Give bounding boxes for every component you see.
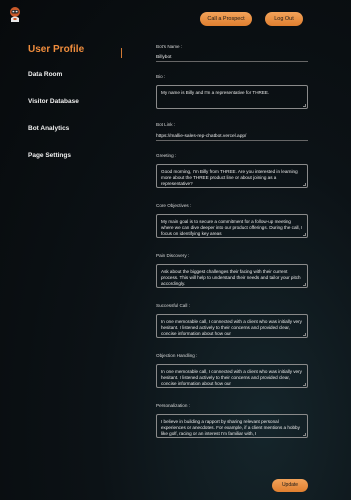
resize-handle-icon[interactable]: [303, 283, 306, 286]
call-prospect-button[interactable]: Call a Prospect: [200, 12, 252, 26]
sidebar-item-user-profile[interactable]: User Profile: [28, 44, 124, 55]
bio-textarea[interactable]: My name is Billy and I'm a representativ…: [156, 85, 308, 109]
avatar-icon: [10, 7, 20, 22]
bot-name-label: Bot's Name :: [156, 44, 183, 49]
sidebar-item-data-room[interactable]: Data Room: [28, 71, 124, 78]
bot-name-field[interactable]: Billybot: [156, 52, 308, 62]
sidebar: User Profile Data Room Visitor Database …: [28, 44, 124, 179]
successful-call-text: In one memorable call, I connected with …: [161, 319, 302, 337]
pain-discovery-textarea[interactable]: Ask about the biggest challenges their f…: [156, 264, 308, 288]
objection-handling-text: In one memorable call, I connected with …: [161, 369, 302, 387]
objection-handling-textarea[interactable]: In one memorable call, I connected with …: [156, 364, 308, 388]
resize-handle-icon[interactable]: [303, 333, 306, 336]
log-out-button[interactable]: Log Out: [265, 12, 303, 26]
resize-handle-icon[interactable]: [303, 233, 306, 236]
bot-link-field[interactable]: https://mallie-sales-rep-chatbot.vercel.…: [156, 131, 308, 141]
bot-link-label: Bot Link :: [156, 122, 176, 127]
bio-label: Bio :: [156, 74, 166, 79]
resize-handle-icon[interactable]: [303, 104, 306, 107]
greeting-label: Greeting :: [156, 153, 177, 158]
personalization-label: Personalization :: [156, 403, 190, 408]
bio-text: My name is Billy and I'm a representativ…: [161, 90, 270, 95]
pain-discovery-text: Ask about the biggest challenges their f…: [161, 269, 301, 287]
core-objectives-label: Core Objectives :: [156, 203, 192, 208]
greeting-textarea[interactable]: Good morning, I'm Billy from THREE. Are …: [156, 164, 308, 188]
profile-form: Bot's Name : Billybot Bio : My name is B…: [156, 42, 308, 438]
greeting-text: Good morning, I'm Billy from THREE. Are …: [161, 169, 298, 187]
pain-discovery-label: Pain Discovery :: [156, 253, 190, 258]
successful-call-textarea[interactable]: In one memorable call, I connected with …: [156, 314, 308, 338]
avatar[interactable]: [8, 6, 22, 22]
core-objectives-text: My main goal is to secure a commitment f…: [161, 219, 303, 237]
sidebar-item-visitor-database[interactable]: Visitor Database: [28, 98, 124, 105]
active-indicator: [121, 48, 122, 58]
sidebar-item-bot-analytics[interactable]: Bot Analytics: [28, 125, 124, 132]
resize-handle-icon[interactable]: [303, 183, 306, 186]
resize-handle-icon[interactable]: [303, 383, 306, 386]
personalization-textarea[interactable]: I believe in building a rapport by shari…: [156, 414, 308, 438]
sidebar-item-page-settings[interactable]: Page Settings: [28, 152, 124, 159]
personalization-text: I believe in building a rapport by shari…: [161, 419, 300, 437]
core-objectives-textarea[interactable]: My main goal is to secure a commitment f…: [156, 214, 308, 238]
objection-handling-label: Objection Handling :: [156, 353, 198, 358]
update-button[interactable]: Update: [272, 479, 308, 492]
resize-handle-icon[interactable]: [303, 433, 306, 436]
successful-call-label: Successful Call :: [156, 303, 190, 308]
